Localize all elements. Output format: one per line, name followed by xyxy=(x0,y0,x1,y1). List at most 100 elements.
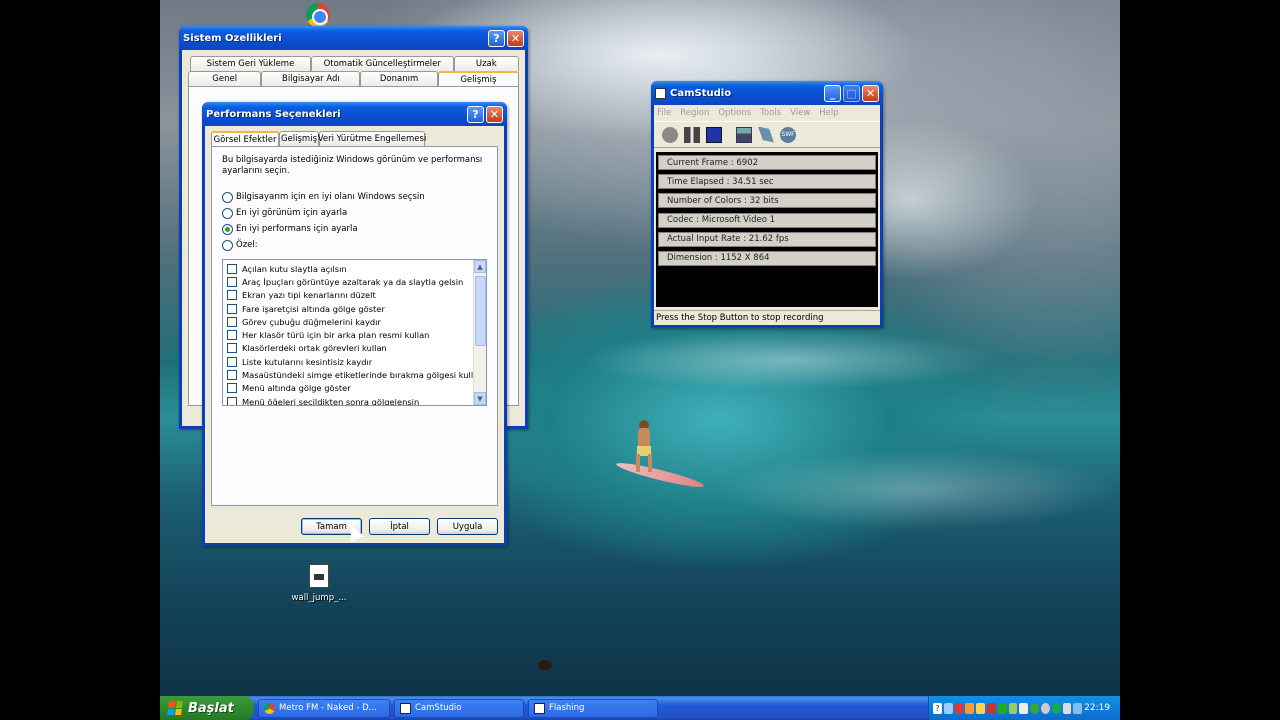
effect-list-item[interactable]: Masaüstündeki simge etiketlerinde bırakm… xyxy=(227,368,483,381)
display-tray-icon[interactable] xyxy=(1073,702,1083,714)
network-tray-icon[interactable] xyxy=(997,702,1007,714)
stop-icon[interactable] xyxy=(706,126,722,143)
record-icon[interactable] xyxy=(662,126,678,143)
tab-general[interactable]: Genel xyxy=(188,71,262,86)
messenger-tray-icon[interactable] xyxy=(1051,702,1061,714)
apply-button[interactable]: Uygula xyxy=(437,518,498,535)
update-tray-icon[interactable] xyxy=(1030,702,1039,714)
menu-help[interactable]: Help xyxy=(819,108,838,118)
performance-options-titlebar[interactable]: Performans Seçenekleri ? ✕ xyxy=(202,102,507,126)
minimize-button[interactable]: _ xyxy=(824,84,841,102)
bluetooth-tray-icon[interactable] xyxy=(943,702,953,714)
antivirus-tray-icon[interactable] xyxy=(986,702,996,714)
autopan-icon[interactable] xyxy=(736,126,752,143)
effect-list-item[interactable]: Her klasör türü için bir arka plan resmi… xyxy=(227,328,469,341)
scroll-up-arrow-icon[interactable]: ▲ xyxy=(474,260,486,273)
effect-checkbox[interactable] xyxy=(227,370,237,381)
vertical-scrollbar[interactable]: ▲ ▼ xyxy=(473,260,486,405)
radio-let-windows-choose[interactable]: Bilgisayarım için en iyi olanı Windows s… xyxy=(222,189,487,205)
camstudio-window: CamStudio _ □ ✕ File Region Options Tool… xyxy=(651,81,883,328)
effect-checkbox[interactable] xyxy=(227,290,237,301)
effect-list-item[interactable]: Menü altında gölge göster xyxy=(227,382,469,395)
stat-row: Dimension : 1152 X 864 xyxy=(658,250,876,266)
firefox-tray-icon[interactable] xyxy=(965,702,975,714)
visual-effects-panel: Bu bilgisayarda istediğiniz Windows görü… xyxy=(211,146,498,506)
pause-icon[interactable] xyxy=(684,126,700,143)
radio-best-appearance[interactable]: En iyi görünüm için ayarla xyxy=(222,205,487,221)
cancel-button[interactable]: İptal xyxy=(369,518,430,535)
close-button[interactable]: ✕ xyxy=(862,84,879,102)
stat-row: Actual Input Rate : 21.62 fps xyxy=(658,231,876,247)
effect-list-item[interactable]: Fare işaretçisi altında gölge göster xyxy=(227,302,469,315)
effect-checkbox[interactable] xyxy=(227,343,237,354)
close-button[interactable]: ✕ xyxy=(507,29,524,47)
clock: 22:19 xyxy=(1084,703,1111,713)
menu-file[interactable]: File xyxy=(657,108,671,118)
effect-checkbox[interactable] xyxy=(227,263,237,274)
taskbar-button-camstudio[interactable]: CamStudio xyxy=(394,698,524,718)
menu-region[interactable]: Region xyxy=(680,108,709,118)
effect-checkbox[interactable] xyxy=(227,356,237,367)
tab-automatic-updates[interactable]: Otomatik Güncelleştirmeler xyxy=(310,56,454,71)
radio-button[interactable] xyxy=(222,207,233,219)
help-button[interactable]: ? xyxy=(467,105,484,123)
effect-list-item[interactable]: Araç İpuçları görüntüye azaltarak ya da … xyxy=(227,275,469,288)
menu-tools[interactable]: Tools xyxy=(760,108,781,118)
effect-checkbox[interactable] xyxy=(227,396,237,405)
volume-tray-icon[interactable] xyxy=(1062,702,1072,714)
soccer-tray-icon[interactable] xyxy=(1040,702,1050,714)
effect-checkbox[interactable] xyxy=(227,276,237,287)
radio-best-performance[interactable]: En iyi performans için ayarla xyxy=(222,221,487,237)
shield-tray-icon[interactable] xyxy=(1008,702,1018,714)
radio-button-selected[interactable] xyxy=(222,223,233,235)
help-button[interactable]: ? xyxy=(488,29,505,47)
swf-icon[interactable]: SWF xyxy=(780,126,796,143)
radio-custom[interactable]: Özel: xyxy=(222,237,487,253)
camstudio-icon xyxy=(400,702,411,714)
tab-hardware[interactable]: Donanım xyxy=(360,71,438,86)
menu-view[interactable]: View xyxy=(790,108,810,118)
radio-button[interactable] xyxy=(222,191,233,203)
folder-tray-icon[interactable] xyxy=(976,702,985,714)
effect-list-item[interactable]: Liste kutularını kesintisiz kaydır xyxy=(227,355,469,368)
start-button[interactable]: Başlat xyxy=(160,696,254,720)
taskbar-button-chrome[interactable]: Metro FM - Naked - D... xyxy=(258,698,390,718)
chrome-icon[interactable] xyxy=(306,3,330,27)
tab-advanced[interactable]: Gelişmiş xyxy=(437,71,519,86)
radio-button[interactable] xyxy=(222,239,233,251)
effect-list-item[interactable]: Açılan kutu slaytla açılsın xyxy=(227,262,469,275)
effect-list-item[interactable]: Görev çubuğu düğmelerini kaydır xyxy=(227,315,469,328)
scroll-thumb[interactable] xyxy=(475,276,486,346)
tab-computer-name[interactable]: Bilgisayar Adı xyxy=(261,71,361,86)
desktop-file-icon[interactable]: wall_jump_... xyxy=(288,564,350,603)
tab-visual-effects[interactable]: Görsel Efektler xyxy=(211,131,279,146)
help-tray-icon[interactable]: ? xyxy=(933,702,942,714)
file-icon xyxy=(309,564,329,588)
tab-remote[interactable]: Uzak xyxy=(453,56,519,71)
visual-effects-list[interactable]: Açılan kutu slaytla açılsın Araç İpuçları… xyxy=(222,259,487,406)
annotation-icon[interactable] xyxy=(758,126,774,143)
tab-system-restore[interactable]: Sistem Geri Yükleme xyxy=(190,56,311,71)
system-properties-titlebar[interactable]: Sistem Özellikleri ? ✕ xyxy=(179,26,528,50)
document-tray-icon[interactable] xyxy=(1019,702,1029,714)
effect-list-item[interactable]: Ekran yazı tipi kenarlarını düzelt xyxy=(227,289,469,302)
record-tray-icon[interactable] xyxy=(954,702,964,714)
close-button[interactable]: ✕ xyxy=(486,105,503,123)
effect-label: Görev çubuğu düğmelerini kaydır xyxy=(242,316,381,327)
menu-options[interactable]: Options xyxy=(718,108,751,118)
wave-foam xyxy=(580,330,1000,390)
effect-list-item[interactable]: Menü öğeleri seçildikten sonra gölgelens… xyxy=(227,395,469,405)
effect-checkbox[interactable] xyxy=(227,383,237,394)
effect-list-item[interactable]: Klasörlerdeki ortak görevleri kullan xyxy=(227,342,469,355)
tab-advanced[interactable]: Gelişmiş xyxy=(279,131,319,146)
radio-label: Bilgisayarım için en iyi olanı Windows s… xyxy=(236,192,425,202)
scroll-down-arrow-icon[interactable]: ▼ xyxy=(474,392,486,405)
tab-data-execution-prevention[interactable]: Veri Yürütme Engellemesi xyxy=(318,131,426,146)
effect-checkbox[interactable] xyxy=(227,303,237,314)
effect-checkbox[interactable] xyxy=(227,316,237,327)
effect-checkbox[interactable] xyxy=(227,330,237,341)
effect-label: Menü altında gölge göster xyxy=(242,383,351,394)
effect-label: Ekran yazı tipi kenarlarını düzelt xyxy=(242,290,376,301)
camstudio-titlebar[interactable]: CamStudio _ □ ✕ xyxy=(651,81,883,105)
taskbar-button-flashing[interactable]: Flashing xyxy=(528,698,658,718)
